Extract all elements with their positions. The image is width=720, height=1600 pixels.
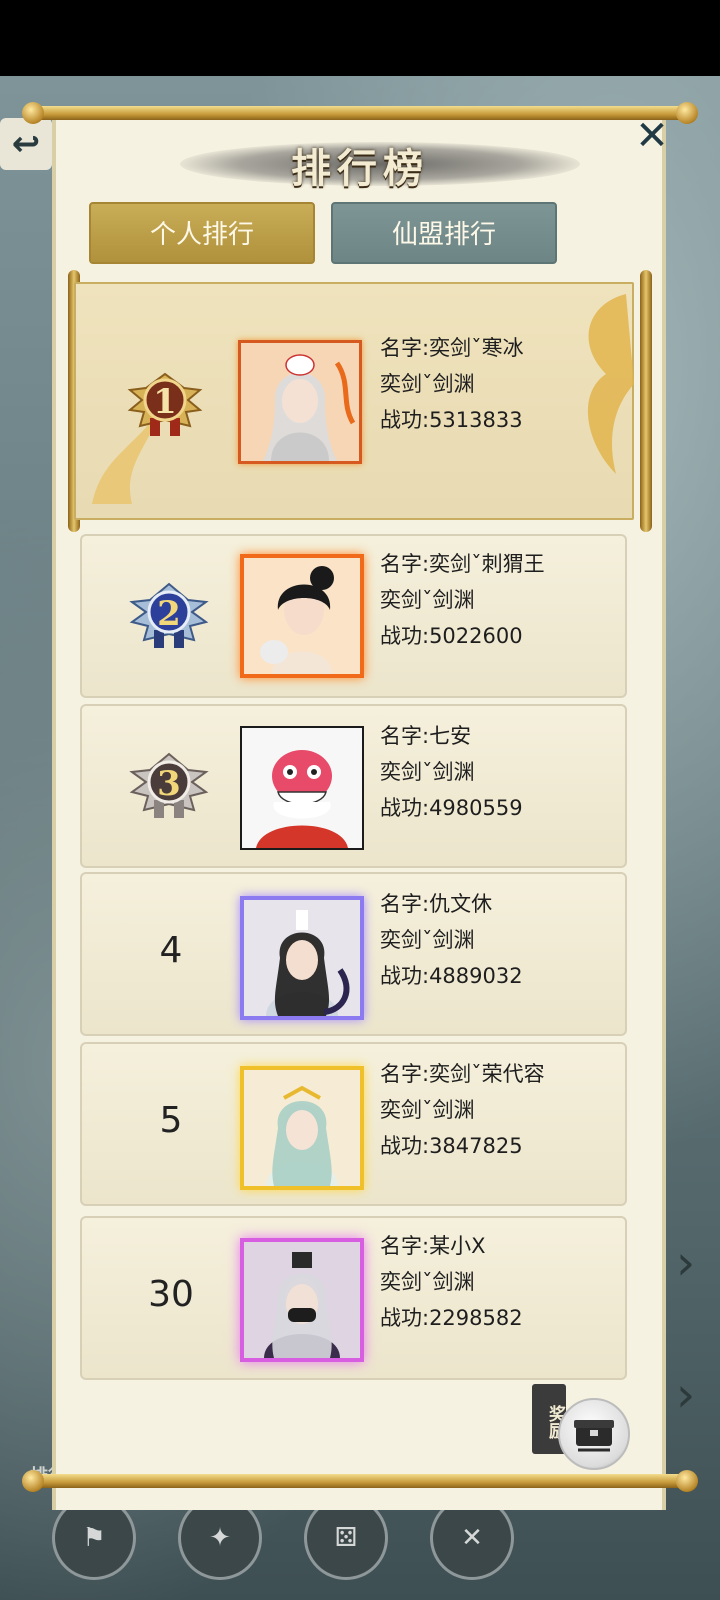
side-arrow-icon: › <box>676 1235 696 1291</box>
tab-alliance-ranking[interactable]: 仙盟排行 <box>331 202 557 264</box>
player-avatar[interactable] <box>240 896 364 1020</box>
player-avatar[interactable] <box>240 1066 364 1190</box>
player-power: 战功:4980559 <box>380 796 523 820</box>
self-name: 名字:某小X <box>380 1234 486 1258</box>
player-info: 名字:奕剑ˇ荣代容 奕剑ˇ剑渊 战功:3847825 <box>380 1056 545 1164</box>
phoenix-decoration-icon <box>587 294 634 474</box>
page-title: 排行榜 <box>291 145 429 192</box>
player-alliance: 奕剑ˇ剑渊 <box>380 760 475 784</box>
player-info: 名字:奕剑ˇ寒冰 奕剑ˇ剑渊 战功:5313833 <box>380 330 524 438</box>
player-alliance: 奕剑ˇ剑渊 <box>380 372 475 396</box>
title-banner: 排行榜 <box>180 132 580 194</box>
player-alliance: 奕剑ˇ剑渊 <box>380 588 475 612</box>
self-info: 名字:某小X 奕剑ˇ剑渊 战功:2298582 <box>380 1228 523 1336</box>
ranking-row[interactable]: 5 名字:奕剑ˇ荣代容 奕剑ˇ剑渊 战功:3847825 <box>80 1042 627 1206</box>
player-avatar[interactable] <box>240 726 364 850</box>
ranking-row[interactable]: 4 名字:仇文休 奕剑ˇ剑渊 战功:4889032 <box>80 872 627 1036</box>
scroll-rod-decoration <box>640 270 652 532</box>
side-arrow-icon: › <box>676 1367 696 1423</box>
back-arrow-icon[interactable]: ↩ <box>0 118 52 170</box>
player-power: 战功:5022600 <box>380 624 523 648</box>
player-name: 名字:七安 <box>380 724 472 748</box>
reward-button[interactable]: 奖励 <box>532 1384 632 1474</box>
player-name: 名字:奕剑ˇ刺猬王 <box>380 552 545 576</box>
rank-number: 4 <box>159 930 183 971</box>
close-icon[interactable]: ✕ <box>630 114 674 158</box>
scroll-rod-bottom <box>22 1470 698 1492</box>
scroll-rod-top <box>22 102 698 124</box>
player-name: 名字:奕剑ˇ荣代容 <box>380 1062 545 1086</box>
player-info: 名字:七安 奕剑ˇ剑渊 战功:4980559 <box>380 718 523 826</box>
player-alliance: 奕剑ˇ剑渊 <box>380 1098 475 1122</box>
player-avatar[interactable] <box>240 554 364 678</box>
player-name: 名字:奕剑ˇ寒冰 <box>380 336 524 360</box>
player-info: 名字:仇文休 奕剑ˇ剑渊 战功:4889032 <box>380 886 523 994</box>
ranking-row[interactable]: 1 名字:奕剑ˇ寒冰 奕剑ˇ剑渊 战功:5313833 <box>74 282 634 520</box>
ranking-row[interactable]: 3 名字:七安 奕剑ˇ剑渊 战功:4980559 <box>80 704 627 868</box>
tab-personal-ranking[interactable]: 个人排行 <box>89 202 315 264</box>
rank-number: 5 <box>159 1100 183 1141</box>
player-power: 战功:5313833 <box>380 408 523 432</box>
self-avatar[interactable] <box>240 1238 364 1362</box>
player-avatar[interactable] <box>238 340 362 464</box>
rank-1-medal-icon: 1 <box>122 360 208 446</box>
rank-1-number: 1 <box>153 382 177 422</box>
player-power: 战功:3847825 <box>380 1134 523 1158</box>
rank-2-number: 2 <box>157 594 181 634</box>
player-alliance: 奕剑ˇ剑渊 <box>380 928 475 952</box>
player-name: 名字:仇文休 <box>380 892 493 916</box>
treasure-chest-icon[interactable] <box>558 1398 630 1470</box>
self-ranking-row[interactable]: 30 名字:某小X 奕剑ˇ剑渊 战功:2298582 <box>80 1216 627 1380</box>
ranking-row[interactable]: 2 名字:奕剑ˇ刺猬王 奕剑ˇ剑渊 战功:5022600 <box>80 534 627 698</box>
rank-3-number: 3 <box>157 764 181 804</box>
self-alliance: 奕剑ˇ剑渊 <box>380 1270 475 1294</box>
self-power: 战功:2298582 <box>380 1306 523 1330</box>
player-info: 名字:奕剑ˇ刺猬王 奕剑ˇ剑渊 战功:5022600 <box>380 546 545 654</box>
rank-3-medal-icon: 3 <box>126 742 212 828</box>
rank-2-medal-icon: 2 <box>126 572 212 658</box>
status-bar <box>0 0 720 76</box>
self-rank-number: 30 <box>148 1274 194 1315</box>
player-power: 战功:4889032 <box>380 964 523 988</box>
